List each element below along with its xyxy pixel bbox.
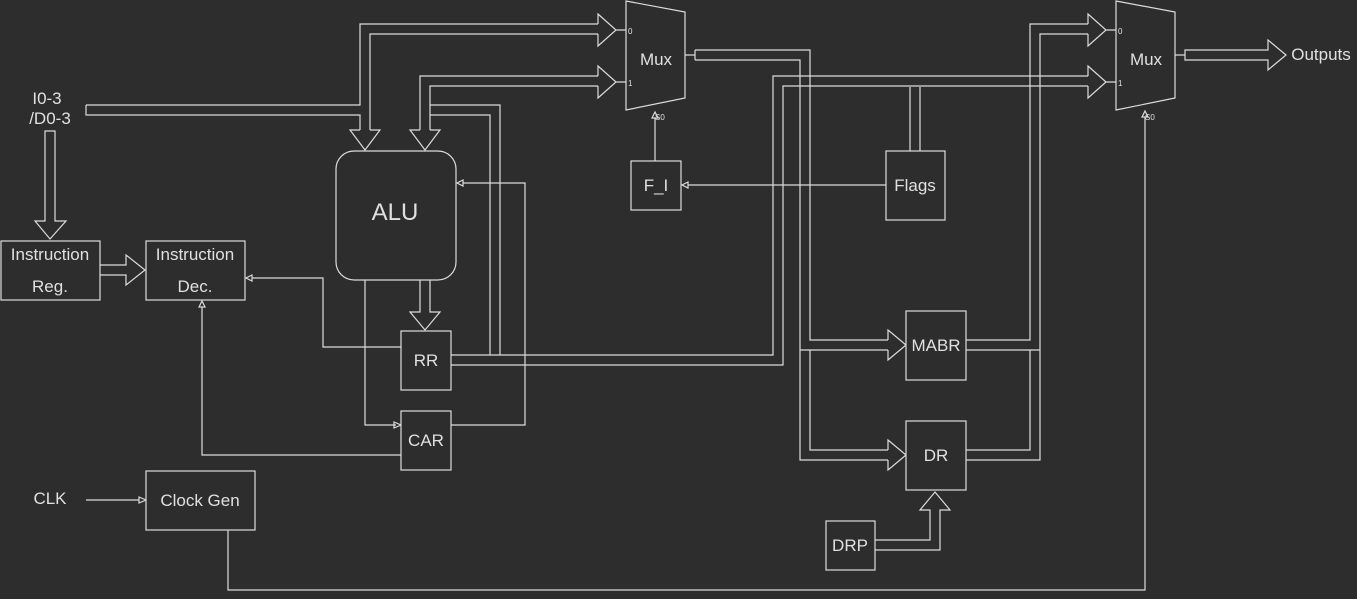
- clock-gen-label: Clock Gen: [160, 491, 239, 510]
- clk-label: CLK: [33, 489, 67, 508]
- mabr-label: MABR: [911, 336, 960, 355]
- car-to-dec-line: [198, 299, 401, 456]
- mux2: Mux 0 1 S0: [1115, 0, 1176, 122]
- io-input-label-1: I0-3: [32, 89, 61, 108]
- mux1-output-bus: [685, 49, 907, 472]
- mux1: Mux 0 1 S0: [625, 0, 686, 122]
- mux2-sel-label: S0: [1145, 113, 1155, 122]
- car-block: CAR: [400, 410, 452, 471]
- dr-block: DR: [905, 420, 967, 491]
- flags-bus: [909, 87, 921, 151]
- rr-block: RR: [400, 330, 452, 391]
- car-to-alu-line: [451, 179, 526, 426]
- input-to-ir-bus: [33, 130, 68, 240]
- cpu-block-diagram: Instruction Reg. Instruction Dec. ALU RR…: [0, 0, 1357, 599]
- mux1-in1-label: 1: [628, 79, 633, 88]
- flags-block: Flags: [885, 150, 946, 221]
- f-i-block: F_I: [630, 160, 682, 211]
- alu-block: ALU: [335, 150, 457, 281]
- clk-line: [86, 496, 148, 504]
- outputs-label: Outputs: [1291, 45, 1351, 64]
- car-label: CAR: [408, 431, 444, 450]
- drp-to-dr-bus: [875, 491, 952, 551]
- ir-to-dec-bus: [100, 253, 146, 287]
- instruction-dec-label-2: Dec.: [178, 277, 213, 296]
- flags-label: Flags: [894, 176, 936, 195]
- instruction-reg-label-1: Instruction: [11, 245, 89, 264]
- input-bus: [85, 12, 626, 151]
- rr-to-dec-line: [244, 274, 401, 348]
- mux2-in1-label: 1: [1118, 79, 1123, 88]
- instruction-reg-block: Instruction Reg.: [0, 240, 101, 301]
- alu-to-car-line: [364, 280, 396, 426]
- clock-gen-block: Clock Gen: [145, 470, 256, 531]
- instruction-dec-block: Instruction Dec.: [145, 240, 246, 301]
- io-input-label-2: /D0-3: [29, 109, 71, 128]
- alu-to-rr-bus: [408, 280, 442, 331]
- instruction-dec-label-1: Instruction: [156, 245, 234, 264]
- mux1-label: Mux: [640, 50, 673, 69]
- drp-block: DRP: [825, 520, 876, 571]
- f-i-label: F_I: [644, 176, 669, 195]
- rr-output-bus: [451, 64, 1116, 366]
- flags-to-fi-line: [680, 181, 886, 189]
- instruction-reg-label-2: Reg.: [32, 277, 68, 296]
- drp-label: DRP: [832, 536, 868, 555]
- alu-label: ALU: [372, 199, 419, 226]
- rr-label: RR: [414, 351, 439, 370]
- mabr-dr-output-bus: [966, 12, 1116, 461]
- mabr-block: MABR: [905, 310, 967, 381]
- outputs-bus: [1175, 38, 1287, 72]
- mux1-sel-label: S0: [655, 113, 665, 122]
- mux2-label: Mux: [1130, 50, 1163, 69]
- diagram-svg: Instruction Reg. Instruction Dec. ALU RR…: [0, 0, 1351, 591]
- mux1-in0-label: 0: [628, 27, 633, 36]
- dr-label: DR: [924, 446, 949, 465]
- mux2-in0-label: 0: [1118, 27, 1123, 36]
